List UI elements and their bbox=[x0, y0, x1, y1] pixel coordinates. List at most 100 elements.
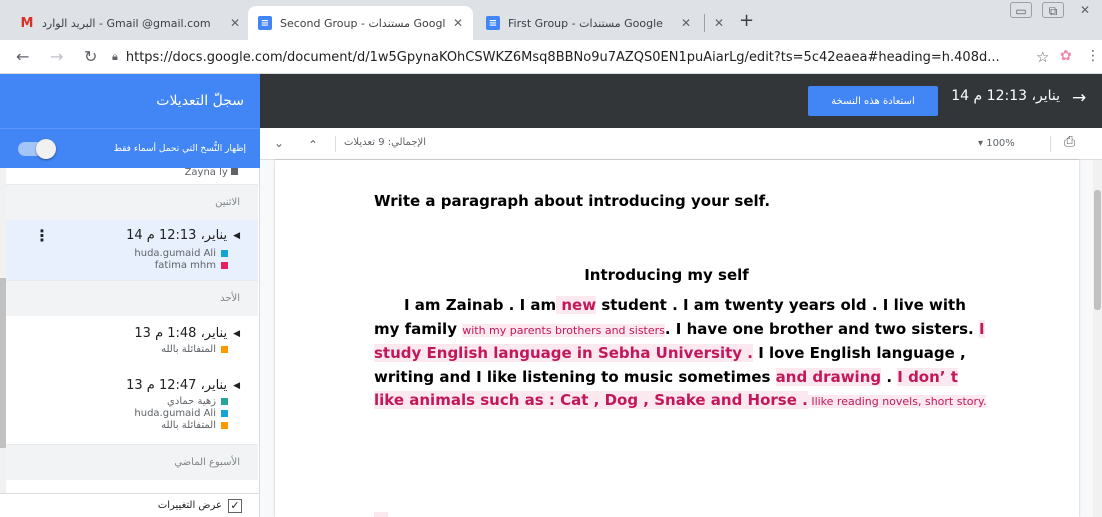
user-name: huda.gumaid Ali bbox=[134, 408, 216, 419]
browser-tab-first-group[interactable]: ≡ First Group - مستندات Google ✕ bbox=[476, 6, 701, 40]
expand-icon[interactable]: ◀ bbox=[233, 231, 240, 241]
revision-user: fatima mhm bbox=[155, 260, 228, 271]
revision-time: 13 يناير، 12:47 م ◀ bbox=[126, 378, 240, 393]
extension-icon[interactable]: ✿ bbox=[1060, 48, 1072, 64]
print-icon[interactable]: ⎙ bbox=[1064, 134, 1075, 150]
divider bbox=[1050, 136, 1051, 152]
revision-time-text: 13 يناير، 12:47 م bbox=[126, 378, 228, 393]
section-header: الأحد bbox=[6, 280, 258, 316]
url-text: https://docs.google.com/document/d/1w5Gp… bbox=[125, 49, 1000, 65]
revision-time: 14 يناير، 12:13 م ◀ bbox=[126, 228, 240, 243]
browser-tab-second-group[interactable]: ≡ Second Group - مستندات Google ✕ bbox=[248, 6, 473, 40]
named-versions-label: إظهار النُّسخ التي تحمل أسماء فقط bbox=[113, 143, 246, 154]
user-color-swatch bbox=[221, 262, 228, 269]
revision-item[interactable]: ⋮ 14 يناير، 12:13 م ◀ huda.gumaid Ali fa… bbox=[6, 220, 258, 280]
inserted-text-marker bbox=[374, 512, 388, 517]
version-history-sidebar: سجلّ التعديلات إظهار النُّسخ التي تحمل أ… bbox=[0, 74, 260, 517]
user-name: huda.gumaid Ali bbox=[134, 248, 216, 259]
tab-title: First Group - مستندات Google bbox=[508, 16, 663, 30]
minimize-icon[interactable]: ▭ bbox=[1010, 2, 1032, 18]
document-subheading: Introducing my self bbox=[584, 266, 749, 284]
scrollbar-thumb[interactable] bbox=[1094, 190, 1101, 310]
back-icon[interactable]: ← bbox=[16, 47, 29, 66]
tab-separator bbox=[704, 14, 705, 32]
close-window-icon[interactable]: ✕ bbox=[1074, 2, 1096, 18]
browser-tab-dream[interactable]: ✕ bbox=[708, 6, 738, 40]
window-controls: ▭ ⧉ ✕ bbox=[1010, 2, 1096, 18]
chevron-up-icon[interactable]: ⌃ bbox=[308, 138, 318, 152]
restore-icon[interactable]: ⧉ bbox=[1042, 2, 1064, 18]
revision-item[interactable]: 13 يناير، 1:48 م ◀ المتفائلة بالله bbox=[6, 316, 258, 372]
bookmark-star-icon[interactable]: ☆ bbox=[1036, 48, 1049, 66]
document-paragraph: I am Zainab . I am new student . I am tw… bbox=[374, 294, 989, 414]
expand-icon[interactable]: ◀ bbox=[233, 381, 240, 391]
user-color-swatch bbox=[221, 410, 228, 417]
zoom-select[interactable]: ▾ 100% bbox=[978, 138, 1015, 149]
address-bar: ← → ↻ 🔒︎ https://docs.google.com/documen… bbox=[0, 40, 1102, 74]
tab-title: Second Group - مستندات Google bbox=[280, 16, 445, 30]
revision-user: huda.gumaid Ali bbox=[134, 248, 228, 259]
revision-time-text: 13 يناير، 1:48 م bbox=[134, 326, 228, 341]
revision-item[interactable]: 13 يناير، 12:47 م ◀ زهية حمادي huda.guma… bbox=[6, 372, 258, 444]
text-run: . bbox=[881, 367, 898, 386]
document-canvas: Write a paragraph about introducing your… bbox=[260, 160, 1102, 517]
named-versions-toggle[interactable] bbox=[18, 139, 56, 159]
user-color-swatch bbox=[221, 398, 228, 405]
user-color-swatch bbox=[221, 346, 228, 353]
revision-list: Zayna ly الاثنين ⋮ 14 يناير، 12:13 م ◀ h… bbox=[6, 168, 258, 493]
user-name: زهية حمادي bbox=[167, 396, 216, 407]
docs-icon: ≡ bbox=[258, 16, 272, 30]
restore-version-button[interactable]: استعادة هذه النسخة bbox=[808, 86, 938, 116]
zoom-value: 100% bbox=[986, 138, 1015, 149]
back-arrow-icon[interactable]: → bbox=[1072, 88, 1086, 108]
version-date: 14 يناير، 12:13 م bbox=[951, 88, 1060, 104]
revision-user: زهية حمادي bbox=[167, 396, 228, 407]
total-edits: الإجمالي: 9 تعديلات bbox=[344, 137, 426, 148]
close-icon[interactable]: ✕ bbox=[714, 16, 724, 30]
close-icon[interactable]: ✕ bbox=[230, 16, 240, 30]
edits-navigation-bar: ⌄ ⌃ الإجمالي: 9 تعديلات ▾ 100% ⎙ bbox=[260, 128, 1102, 160]
user-name: المتفائلة بالله bbox=[161, 344, 216, 355]
inserted-text: new bbox=[556, 296, 597, 314]
show-changes-row[interactable]: عرض التغييرات ✓ bbox=[0, 493, 260, 517]
close-icon[interactable]: ✕ bbox=[681, 16, 691, 30]
revision-user-cut: Zayna ly bbox=[6, 168, 258, 184]
user-name: Zayna ly bbox=[184, 168, 228, 178]
divider bbox=[335, 136, 336, 152]
revision-time: 13 يناير، 1:48 م ◀ bbox=[134, 326, 240, 341]
show-changes-checkbox[interactable]: ✓ bbox=[228, 498, 242, 513]
reload-icon[interactable]: ↻ bbox=[84, 47, 97, 66]
url-field[interactable]: 🔒︎ https://docs.google.com/document/d/1w… bbox=[112, 44, 1032, 70]
docs-icon: ≡ bbox=[486, 16, 500, 30]
forward-icon[interactable]: → bbox=[50, 47, 63, 66]
text-run: . I have one brother and two sisters. bbox=[664, 319, 979, 338]
revision-user: المتفائلة بالله bbox=[161, 420, 228, 431]
named-versions-row: إظهار النُّسخ التي تحمل أسماء فقط bbox=[0, 128, 260, 168]
close-icon[interactable]: ✕ bbox=[453, 16, 463, 30]
document-body: Write a paragraph about introducing your… bbox=[374, 192, 989, 414]
user-name: المتفائلة بالله bbox=[161, 420, 216, 431]
expand-icon[interactable]: ◀ bbox=[233, 329, 240, 339]
revision-user: huda.gumaid Ali bbox=[134, 408, 228, 419]
more-options-icon[interactable]: ⋮ bbox=[34, 226, 50, 245]
inserted-text: with my parents brothers and sisters bbox=[462, 323, 665, 337]
lock-icon: 🔒︎ bbox=[112, 50, 118, 63]
browser-menu-icon[interactable]: ⋮ bbox=[1086, 48, 1100, 64]
new-tab-button[interactable]: + bbox=[739, 10, 754, 31]
browser-tab-gmail[interactable]: M البريد الوارد - Gmail ‎@gmail.com ✕ bbox=[10, 6, 250, 40]
text-run: I am Zainab . I am bbox=[404, 296, 557, 314]
revision-time-text: 14 يناير، 12:13 م bbox=[126, 228, 228, 243]
document-scrollbar[interactable] bbox=[1093, 160, 1102, 517]
chevron-down-icon[interactable]: ⌄ bbox=[274, 136, 284, 150]
inserted-text: and drawing bbox=[775, 367, 882, 386]
browser-tab-strip: M البريد الوارد - Gmail ‎@gmail.com ✕ ≡ … bbox=[0, 0, 1102, 40]
user-color-swatch bbox=[221, 250, 228, 257]
document-page: Write a paragraph about introducing your… bbox=[275, 160, 1079, 517]
document-heading: Write a paragraph about introducing your… bbox=[374, 192, 771, 210]
revision-user: المتفائلة بالله bbox=[161, 344, 228, 355]
user-color-swatch bbox=[221, 422, 228, 429]
tab-title: البريد الوارد - Gmail ‎@gmail.com bbox=[42, 16, 211, 30]
show-changes-label: عرض التغييرات bbox=[157, 500, 222, 511]
user-name: fatima mhm bbox=[154, 260, 216, 271]
sidebar-title: سجلّ التعديلات bbox=[0, 74, 260, 128]
